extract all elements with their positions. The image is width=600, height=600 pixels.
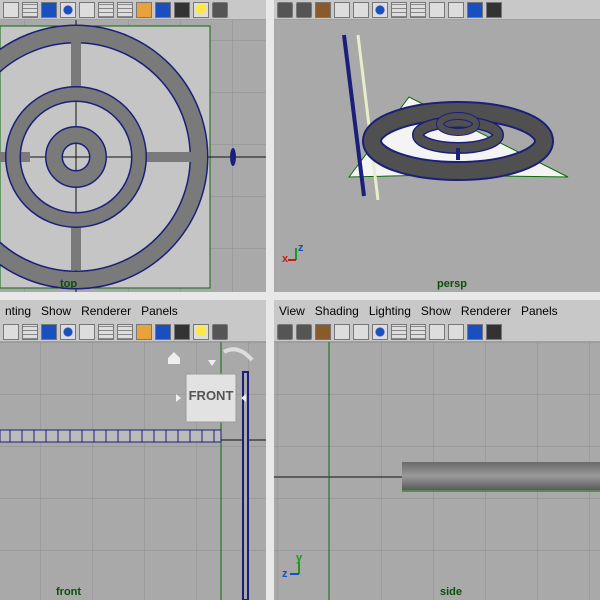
- cube-wire-icon[interactable]: [3, 323, 19, 340]
- shaded-icon[interactable]: [41, 323, 57, 340]
- resolution-gate-icon[interactable]: [117, 323, 133, 340]
- grid-icon[interactable]: [391, 1, 407, 18]
- wireframe-icon[interactable]: [429, 1, 445, 18]
- light-icon[interactable]: [193, 1, 209, 18]
- side-view-toolbar: [274, 322, 600, 342]
- persp-view-toolbar: [274, 0, 600, 20]
- 2d-pan-zoom-icon[interactable]: [353, 323, 369, 340]
- cube-wire-icon[interactable]: [448, 1, 464, 18]
- cube-icon[interactable]: [136, 323, 152, 340]
- pane-divider-horizontal[interactable]: [0, 292, 600, 300]
- image-plane-icon[interactable]: [315, 323, 331, 340]
- menu-view[interactable]: View: [274, 304, 310, 318]
- smooth-shade-icon[interactable]: [60, 1, 76, 18]
- cube-icon[interactable]: [136, 1, 152, 18]
- axis-y-label: y: [296, 552, 303, 564]
- wireframe-on-shaded-icon[interactable]: [79, 1, 95, 18]
- front-view-toolbar: [0, 322, 266, 342]
- grid-icon[interactable]: [391, 323, 407, 340]
- menu-panels[interactable]: Panels: [516, 304, 563, 318]
- resolution-gate-icon[interactable]: [410, 323, 426, 340]
- top-view-toolbar: [0, 0, 266, 20]
- wireframe-icon[interactable]: [429, 323, 445, 340]
- resolution-gate-icon[interactable]: [410, 1, 426, 18]
- resolution-gate-icon[interactable]: [117, 1, 133, 18]
- side-view-canvas: [274, 342, 600, 600]
- menu-show[interactable]: Show: [36, 304, 76, 318]
- menu-renderer[interactable]: Renderer: [76, 304, 136, 318]
- wireframe-on-shaded-icon[interactable]: [79, 323, 95, 340]
- camera-icon[interactable]: [212, 1, 228, 18]
- bookmark-icon[interactable]: [334, 1, 350, 18]
- axis-z-label: z: [282, 568, 288, 580]
- side-view-pane: View Shading Lighting Show Renderer Pane…: [274, 300, 600, 600]
- grid-icon[interactable]: [22, 1, 38, 18]
- menu-lighting[interactable]: nting: [0, 304, 36, 318]
- light-icon[interactable]: [193, 323, 209, 340]
- box-dark-icon[interactable]: [174, 323, 190, 340]
- bookmark-icon[interactable]: [334, 323, 350, 340]
- side-viewport[interactable]: y z side: [274, 342, 600, 600]
- axis-x-label: x: [282, 253, 289, 265]
- menu-lighting[interactable]: Lighting: [364, 304, 416, 318]
- shaded-icon[interactable]: [41, 1, 57, 18]
- camera-icon[interactable]: [277, 323, 293, 340]
- pane-divider-vertical[interactable]: [266, 0, 274, 600]
- image-plane-icon[interactable]: [315, 1, 331, 18]
- menu-panels[interactable]: Panels: [136, 304, 183, 318]
- box-blue-icon[interactable]: [155, 1, 171, 18]
- view-cube-label[interactable]: FRONT: [186, 388, 236, 403]
- top-view-label: top: [60, 278, 78, 290]
- camera-attributes-icon[interactable]: [296, 1, 312, 18]
- camera-icon[interactable]: [277, 1, 293, 18]
- persp-view-label: persp: [437, 278, 467, 290]
- axis-z-label: z: [298, 242, 304, 254]
- box-dark-icon[interactable]: [174, 1, 190, 18]
- grid-icon[interactable]: [22, 323, 38, 340]
- camera-icon[interactable]: [212, 323, 228, 340]
- top-view-pane: top: [0, 0, 266, 292]
- smooth-shade-icon[interactable]: [372, 323, 388, 340]
- camera-attributes-icon[interactable]: [296, 323, 312, 340]
- top-view-canvas: [0, 20, 266, 292]
- top-viewport[interactable]: top: [0, 20, 266, 292]
- persp-view-canvas: [274, 20, 600, 292]
- front-view-canvas: [0, 342, 266, 600]
- texture-grid-icon[interactable]: [98, 323, 114, 340]
- 2d-pan-zoom-icon[interactable]: [353, 1, 369, 18]
- rings-profile[interactable]: [0, 429, 222, 443]
- texture-grid-icon[interactable]: [98, 1, 114, 18]
- side-view-menubar: View Shading Lighting Show Renderer Pane…: [274, 300, 600, 322]
- box-blue-icon[interactable]: [467, 1, 483, 18]
- front-view-label: front: [56, 586, 82, 598]
- light-object[interactable]: [242, 371, 249, 600]
- box-blue-icon[interactable]: [155, 323, 171, 340]
- menu-shading[interactable]: Shading: [310, 304, 364, 318]
- front-viewport[interactable]: FRONT front: [0, 342, 266, 600]
- wireframe-icon[interactable]: [3, 1, 19, 18]
- persp-view-pane: z x persp: [274, 0, 600, 292]
- front-view-menubar: nting Show Renderer Panels: [0, 300, 266, 322]
- menu-renderer[interactable]: Renderer: [456, 304, 516, 318]
- side-view-label: side: [440, 586, 463, 598]
- cube-wire-icon[interactable]: [448, 323, 464, 340]
- rings-profile[interactable]: [402, 462, 600, 490]
- front-view-pane: nting Show Renderer Panels FRONT front: [0, 300, 266, 600]
- menu-show[interactable]: Show: [416, 304, 456, 318]
- light-object[interactable]: [230, 148, 236, 166]
- box-dark-icon[interactable]: [486, 323, 502, 340]
- smooth-shade-icon[interactable]: [60, 323, 76, 340]
- spoke: [71, 40, 81, 92]
- persp-viewport[interactable]: z x persp: [274, 20, 600, 292]
- box-blue-icon[interactable]: [467, 323, 483, 340]
- box-dark-icon[interactable]: [486, 1, 502, 18]
- smooth-shade-icon[interactable]: [372, 1, 388, 18]
